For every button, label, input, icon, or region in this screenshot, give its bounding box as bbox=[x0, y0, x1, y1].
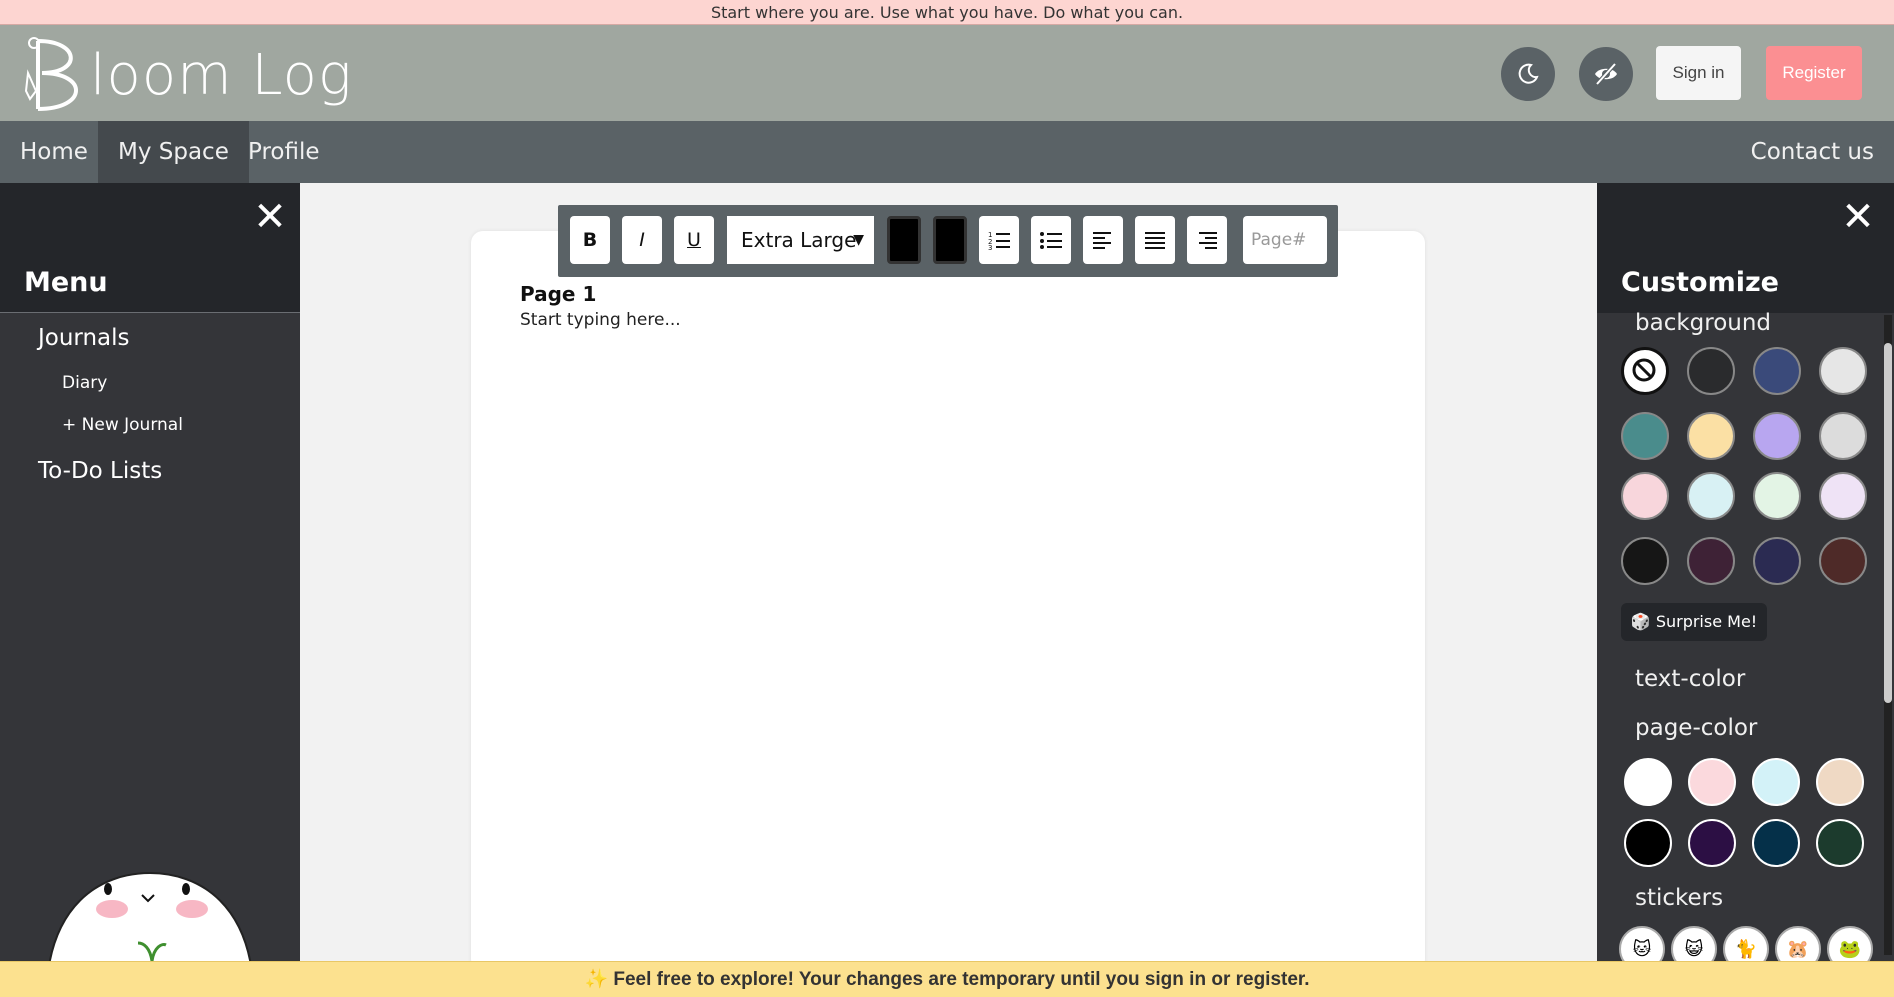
sticker-frog-icon[interactable]: 🐸 bbox=[1827, 926, 1873, 961]
background-swatch[interactable] bbox=[1621, 472, 1669, 520]
page-color-swatch[interactable] bbox=[1624, 758, 1672, 806]
align-right-icon bbox=[1199, 232, 1217, 249]
ordered-list-icon: 1 2 3 bbox=[988, 231, 1010, 250]
main-nav: Home My Space Profile Contact us bbox=[0, 121, 1894, 183]
surprise-me-label: Surprise Me! bbox=[1655, 612, 1758, 631]
italic-button[interactable]: I bbox=[622, 216, 662, 264]
dice-icon: 🎲 bbox=[1630, 612, 1656, 631]
ordered-list-button[interactable]: 1 2 3 bbox=[979, 216, 1019, 264]
guest-notice-text: ✨ Feel free to explore! Your changes are… bbox=[584, 969, 1310, 990]
page-color-swatch[interactable] bbox=[1816, 819, 1864, 867]
sticker-kitten-icon[interactable]: 🐈 bbox=[1723, 926, 1769, 961]
customize-title: Customize bbox=[1597, 253, 1894, 313]
background-swatch[interactable] bbox=[1819, 537, 1867, 585]
text-color-label: text-color bbox=[1635, 666, 1746, 692]
customize-scroll-thumb[interactable] bbox=[1884, 343, 1892, 703]
sticker-sleeping-cat-icon[interactable]: 😺 bbox=[1671, 926, 1717, 961]
menu-sidebar-top: ✕ bbox=[0, 183, 300, 253]
menu-new-journal[interactable]: + New Journal bbox=[62, 415, 183, 435]
text-color-picker[interactable] bbox=[887, 216, 921, 264]
close-customize-icon[interactable]: ✕ bbox=[1836, 195, 1880, 239]
page-color-swatch[interactable] bbox=[1752, 819, 1800, 867]
background-swatch[interactable] bbox=[1621, 412, 1669, 460]
visibility-toggle[interactable] bbox=[1579, 47, 1633, 101]
font-size-value: Extra Large bbox=[741, 228, 857, 252]
align-justify-icon bbox=[1145, 232, 1165, 249]
eye-slash-icon bbox=[1595, 62, 1617, 86]
align-right-button[interactable] bbox=[1187, 216, 1227, 264]
quote-banner: Start where you are. Use what you have. … bbox=[0, 0, 1894, 25]
close-menu-icon[interactable]: ✕ bbox=[248, 195, 292, 239]
sticker-cat-icon[interactable]: 🐱 bbox=[1619, 926, 1665, 961]
font-size-select[interactable]: Extra Large ▼ bbox=[727, 216, 874, 264]
editor-area: B I U Extra Large ▼ 1 2 3 Page# bbox=[300, 183, 1597, 971]
customize-sidebar: ✕ Customize background 🎲 Surprise Me! te… bbox=[1597, 183, 1894, 961]
site-header: loom Log Sign in Register bbox=[0, 25, 1894, 121]
background-swatch[interactable] bbox=[1819, 412, 1867, 460]
background-swatch[interactable] bbox=[1819, 347, 1867, 395]
background-swatch[interactable] bbox=[1687, 472, 1735, 520]
underline-button[interactable]: U bbox=[674, 216, 714, 264]
align-left-icon bbox=[1093, 232, 1111, 249]
background-swatch[interactable] bbox=[1819, 472, 1867, 520]
page-number-input[interactable]: Page# bbox=[1243, 216, 1327, 264]
sign-in-button[interactable]: Sign in bbox=[1656, 46, 1741, 100]
bullet-list-icon bbox=[1040, 232, 1062, 249]
align-justify-button[interactable] bbox=[1135, 216, 1175, 264]
page-title: Page 1 bbox=[520, 282, 597, 306]
register-button[interactable]: Register bbox=[1766, 46, 1862, 100]
page-color-swatch[interactable] bbox=[1624, 819, 1672, 867]
nav-profile[interactable]: Profile bbox=[228, 121, 340, 183]
nav-my-space[interactable]: My Space bbox=[98, 121, 249, 183]
page-color-swatch[interactable] bbox=[1688, 758, 1736, 806]
background-swatch[interactable] bbox=[1753, 472, 1801, 520]
menu-sidebar: ✕ Menu Journals Diary + New Journal To-D… bbox=[0, 183, 300, 961]
background-swatch[interactable] bbox=[1687, 347, 1735, 395]
site-logo[interactable]: loom Log bbox=[20, 33, 353, 117]
guest-notice: ✨ Feel free to explore! Your changes are… bbox=[0, 961, 1894, 997]
background-swatch[interactable] bbox=[1753, 537, 1801, 585]
logo-b-icon bbox=[24, 37, 78, 111]
menu-todo-lists[interactable]: To-Do Lists bbox=[38, 458, 162, 484]
mascot-illustration bbox=[49, 871, 251, 961]
bold-button[interactable]: B bbox=[570, 216, 610, 264]
menu-journals[interactable]: Journals bbox=[38, 325, 130, 351]
moon-icon bbox=[1518, 63, 1539, 84]
customize-sidebar-top: ✕ bbox=[1597, 183, 1894, 253]
chevron-down-icon: ▼ bbox=[853, 232, 864, 248]
page-color-swatch[interactable] bbox=[1816, 758, 1864, 806]
logo-text: loom Log bbox=[90, 42, 353, 108]
background-swatch[interactable] bbox=[1687, 412, 1735, 460]
stickers-label: stickers bbox=[1635, 885, 1724, 911]
menu-title: Menu bbox=[0, 253, 300, 313]
no-background-icon bbox=[1632, 358, 1656, 382]
page-color-label: page-color bbox=[1635, 715, 1758, 741]
background-swatch[interactable] bbox=[1687, 537, 1735, 585]
bullet-list-button[interactable] bbox=[1031, 216, 1071, 264]
surprise-me-button[interactable]: 🎲 Surprise Me! bbox=[1621, 603, 1767, 641]
sticker-hamster-icon[interactable]: 🐹 bbox=[1775, 926, 1821, 961]
background-label: background bbox=[1635, 310, 1772, 336]
background-swatch[interactable] bbox=[1621, 537, 1669, 585]
dark-mode-toggle[interactable] bbox=[1501, 47, 1555, 101]
format-toolbar: B I U Extra Large ▼ 1 2 3 Page# bbox=[558, 205, 1338, 277]
menu-diary[interactable]: Diary bbox=[62, 373, 107, 393]
background-swatch[interactable] bbox=[1753, 412, 1801, 460]
align-left-button[interactable] bbox=[1083, 216, 1123, 264]
nav-contact-us[interactable]: Contact us bbox=[1731, 121, 1894, 183]
page-color-swatch[interactable] bbox=[1688, 819, 1736, 867]
page-text-area[interactable]: Start typing here... bbox=[520, 310, 681, 330]
svg-text:3: 3 bbox=[988, 244, 992, 250]
background-swatch[interactable] bbox=[1753, 347, 1801, 395]
quote-text: Start where you are. Use what you have. … bbox=[710, 3, 1184, 22]
nav-home[interactable]: Home bbox=[0, 121, 108, 183]
background-none-swatch[interactable] bbox=[1621, 347, 1669, 395]
highlight-color-picker[interactable] bbox=[933, 216, 967, 264]
journal-page[interactable] bbox=[471, 231, 1425, 971]
page-color-swatch[interactable] bbox=[1752, 758, 1800, 806]
